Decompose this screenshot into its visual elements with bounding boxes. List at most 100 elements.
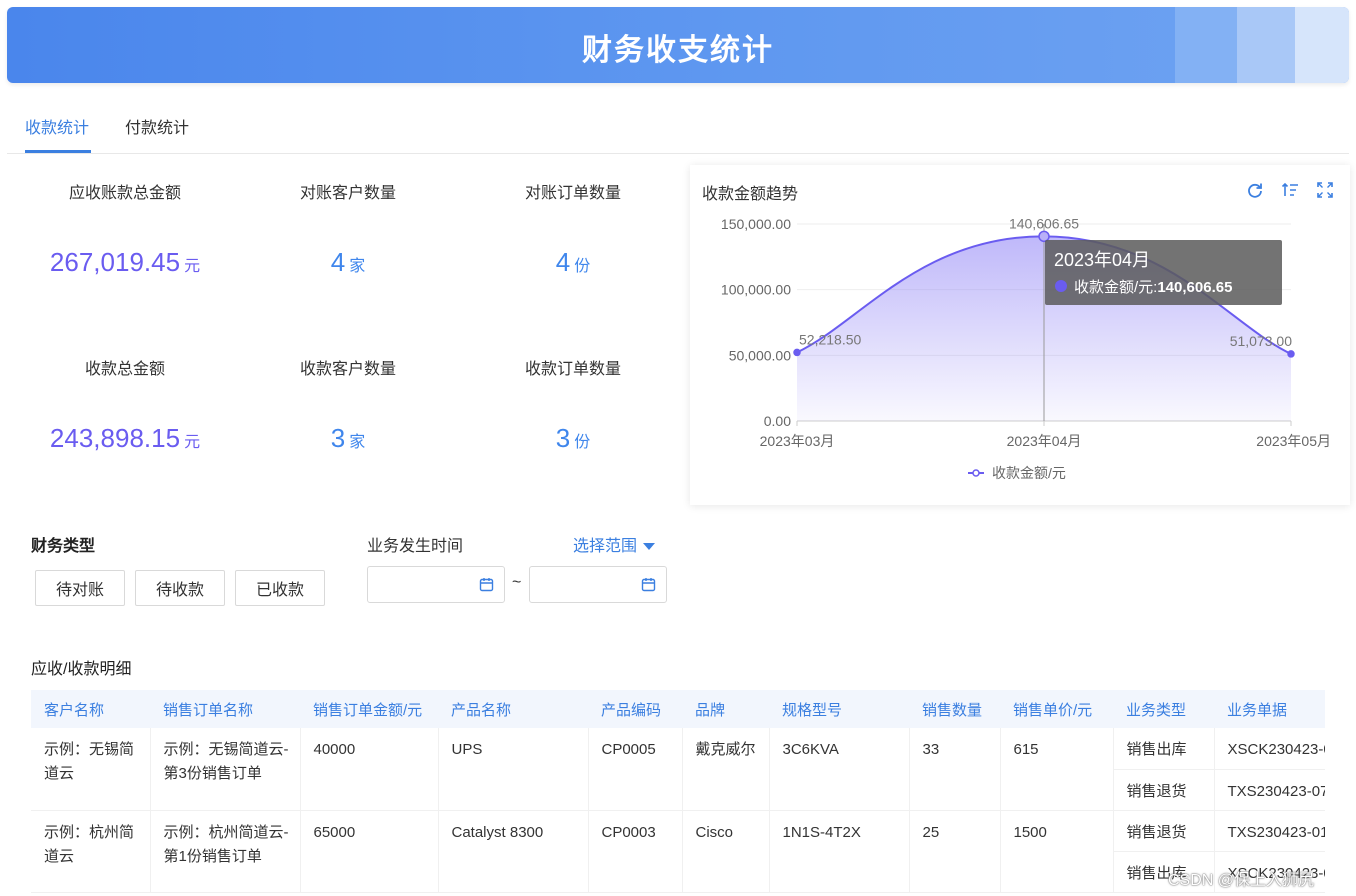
active-tab-indicator — [25, 150, 91, 153]
business-time-label: 业务发生时间 — [367, 538, 464, 555]
tooltip-series-name: 收款金额/元: — [1074, 279, 1157, 296]
stat-value: 4家 — [253, 247, 443, 278]
column-header[interactable]: 业务类型 — [1113, 690, 1214, 728]
stat-number: 243,898.15 — [49, 423, 181, 453]
finance-type-label: 财务类型 — [31, 538, 96, 555]
data-label: 52,218.50 — [799, 331, 861, 347]
cell-business-type: 销售退货 — [1113, 769, 1215, 811]
cell-order-name: 示例：无锡简道云-第3份销售订单 — [150, 728, 301, 811]
end-date-input[interactable] — [529, 566, 667, 603]
column-header[interactable]: 品牌 — [682, 690, 769, 728]
cell-business-doc[interactable]: TXS230423-07 — [1214, 769, 1325, 811]
tooltip-value: 140,606.65 — [1157, 279, 1232, 296]
cell-business-type: 销售出库 — [1113, 728, 1215, 770]
cell-customer: 示例：杭州简道云 — [31, 810, 151, 893]
page-header: 财务收支统计 — [7, 7, 1349, 83]
stat-unit: 份 — [574, 258, 591, 275]
column-header[interactable]: 客户名称 — [31, 690, 150, 728]
column-header[interactable]: 销售单价/元 — [1000, 690, 1113, 728]
cell-order-amount: 65000 — [300, 810, 439, 893]
column-header[interactable]: 销售订单金额/元 — [300, 690, 438, 728]
column-header[interactable]: 规格型号 — [769, 690, 909, 728]
stat-received-total: 收款总金额 243,898.15 元 — [30, 355, 220, 454]
page-title: 财务收支统计 — [582, 34, 774, 67]
stat-value: 267,019.45 元 — [30, 247, 220, 278]
legend-marker-icon — [972, 469, 980, 477]
trend-chart: 0.00 50,000.00 100,000.00 150,000.00 2023年0… — [721, 215, 1331, 481]
cell-order-name: 示例：杭州简道云-第1份销售订单 — [150, 810, 301, 893]
tooltip-series-dot — [1055, 280, 1067, 292]
select-range-dropdown[interactable]: 选择范围 — [573, 532, 656, 556]
filter-pending-reconcile-button[interactable]: 待对账 — [35, 570, 125, 606]
stat-recon-customers: 对账客户数量 4家 — [253, 179, 443, 278]
cell-business-doc[interactable]: TXS230423-01 — [1214, 810, 1325, 852]
data-label: 140,606.65 — [1009, 215, 1079, 231]
select-range-label: 选择范围 — [573, 538, 638, 555]
tab-payment-stats[interactable]: 付款统计 — [125, 114, 189, 138]
stat-number: 267,019.45 — [49, 247, 181, 277]
detail-section-title: 应收/收款明细 — [31, 661, 132, 678]
stat-number: 4 — [330, 247, 346, 277]
detail-table-wrapper: 客户名称 销售订单名称 销售订单金额/元 产品名称 产品编码 品牌 规格型号 销… — [31, 690, 1325, 896]
detail-table: 客户名称 销售订单名称 销售订单金额/元 产品名称 产品编码 品牌 规格型号 销… — [31, 690, 1325, 893]
stat-value: 3份 — [478, 423, 668, 454]
legend-label: 收款金额/元 — [992, 465, 1066, 481]
cell-model: 1N1S-4T2X — [769, 810, 910, 893]
trend-chart-card: 收款金额趋势 0.00 50,000.00 100,000.00 150,000.00… — [690, 165, 1350, 505]
cell-product-name: Catalyst 8300 — [438, 810, 589, 893]
stat-value: 4份 — [478, 247, 668, 278]
stat-recon-orders: 对账订单数量 4份 — [478, 179, 668, 278]
stat-label: 应收账款总金额 — [68, 185, 181, 202]
stat-unit: 元 — [184, 434, 201, 451]
data-label: 51,073.00 — [1230, 333, 1292, 349]
cell-unit-price: 1500 — [1000, 810, 1114, 893]
y-tick-label: 150,000.00 — [721, 216, 791, 232]
stat-number: 4 — [555, 247, 571, 277]
chart-tooltip: 2023年04月 收款金额/元:140,606.65 — [1045, 240, 1282, 305]
column-header[interactable]: 产品名称 — [438, 690, 588, 728]
stat-number: 3 — [555, 423, 571, 453]
stat-receivable-total: 应收账款总金额 267,019.45 元 — [30, 179, 220, 278]
filter-received-button[interactable]: 已收款 — [235, 570, 325, 606]
cell-product-code: CP0003 — [588, 810, 683, 893]
stat-unit: 家 — [349, 434, 366, 451]
column-header[interactable]: 业务单据 — [1214, 690, 1325, 728]
cell-customer: 示例：无锡简道云 — [31, 728, 151, 811]
x-tick-label: 2023年03月 — [760, 433, 835, 449]
cell-model: 3C6KVA — [769, 728, 910, 811]
cell-business-doc[interactable]: XSCK230423-0 — [1214, 728, 1325, 770]
cell-business-type: 销售退货 — [1113, 810, 1215, 852]
tooltip-series: 收款金额/元:140,606.65 — [1074, 279, 1232, 296]
table-row[interactable]: 示例：无锡简道云 示例：无锡简道云-第3份销售订单 40000 UPS CP00… — [31, 728, 1325, 811]
calendar-icon[interactable] — [641, 577, 656, 592]
y-tick-label: 50,000.00 — [729, 347, 791, 363]
stat-label: 收款客户数量 — [299, 361, 396, 378]
data-point — [793, 348, 801, 357]
column-header[interactable]: 销售数量 — [909, 690, 1000, 728]
range-separator: ~ — [512, 574, 522, 591]
cell-brand: 戴克威尔 — [682, 728, 770, 811]
tab-bar: 收款统计 付款统计 — [7, 100, 1349, 154]
table-header-row: 客户名称 销售订单名称 销售订单金额/元 产品名称 产品编码 品牌 规格型号 销… — [31, 690, 1325, 728]
stat-unit: 元 — [184, 258, 201, 275]
column-header[interactable]: 产品编码 — [588, 690, 682, 728]
stat-unit: 家 — [349, 258, 366, 275]
filter-pending-receipt-button[interactable]: 待收款 — [135, 570, 225, 606]
chart-legend[interactable]: 收款金额/元 — [968, 465, 1066, 481]
stat-unit: 份 — [574, 434, 591, 451]
calendar-icon[interactable] — [479, 577, 494, 592]
stat-label: 对账订单数量 — [524, 185, 621, 202]
cell-product-code: CP0005 — [588, 728, 683, 811]
cell-order-amount: 40000 — [300, 728, 439, 811]
table-row[interactable]: 示例：杭州简道云 示例：杭州简道云-第1份销售订单 65000 Catalyst… — [31, 810, 1325, 893]
column-header[interactable]: 销售订单名称 — [150, 690, 300, 728]
tab-receipt-stats[interactable]: 收款统计 — [25, 114, 89, 138]
stat-value: 243,898.15 元 — [30, 423, 220, 454]
data-point — [1287, 350, 1295, 358]
x-tick-label: 2023年04月 — [1007, 433, 1082, 449]
stat-label: 收款总金额 — [84, 361, 165, 378]
stat-number: 3 — [330, 423, 346, 453]
watermark: CSDN @保上入狮尻 — [1168, 872, 1315, 889]
start-date-input[interactable] — [367, 566, 505, 603]
stat-received-orders: 收款订单数量 3份 — [478, 355, 668, 454]
